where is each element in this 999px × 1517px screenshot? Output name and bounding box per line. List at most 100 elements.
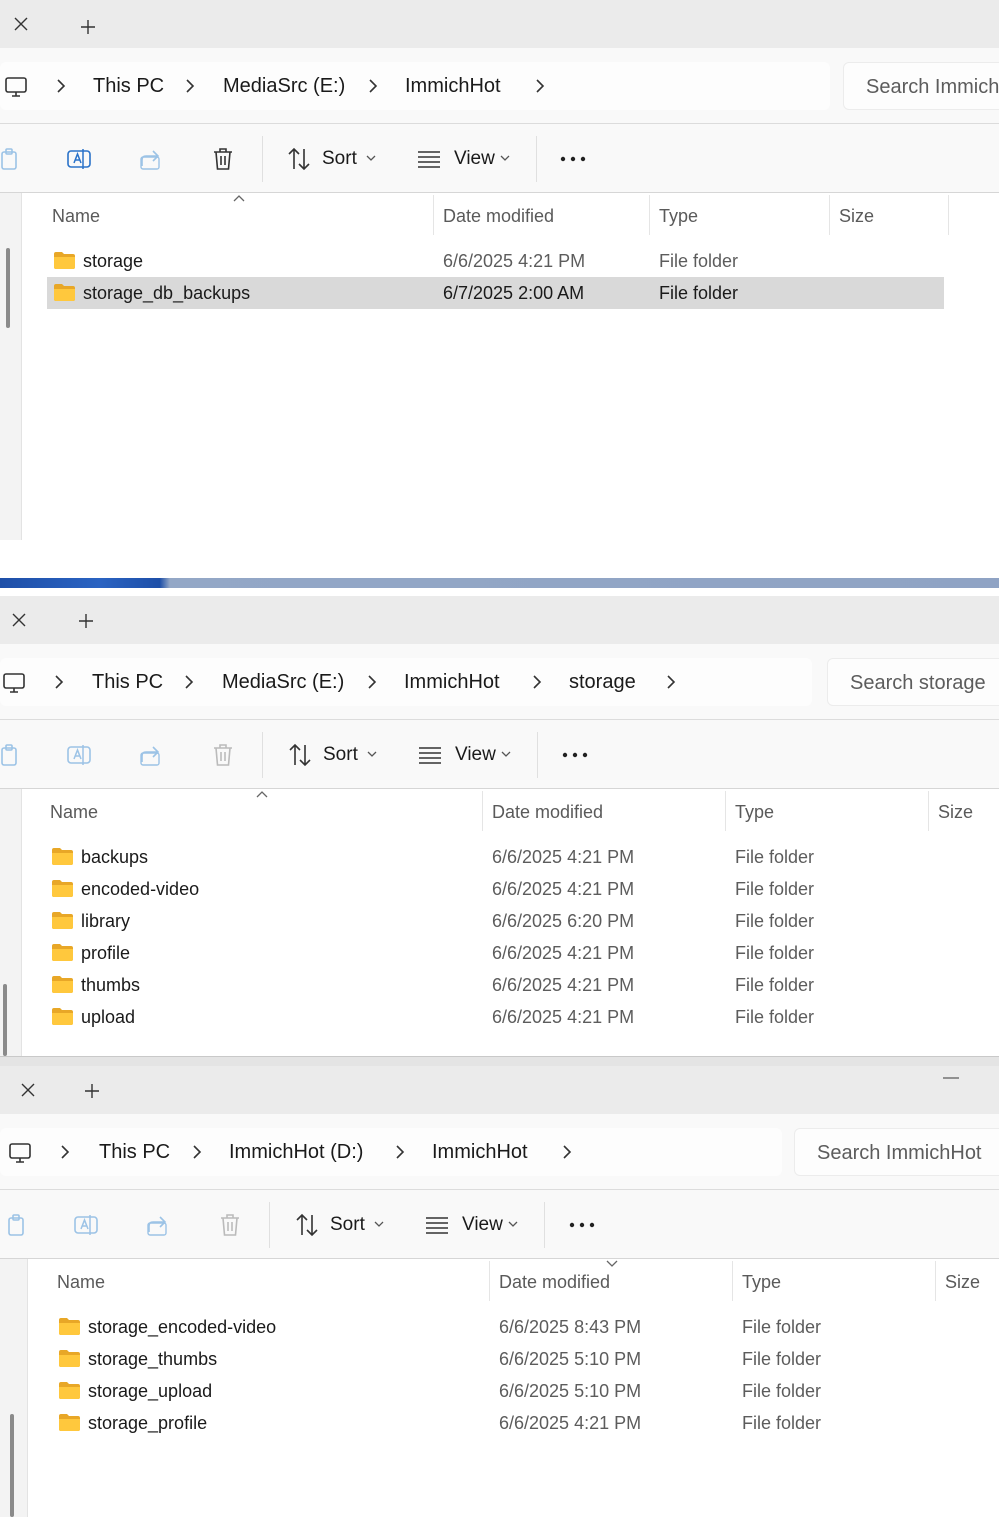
- table-row[interactable]: storage_profile 6/6/2025 4:21 PM File fo…: [52, 1407, 987, 1439]
- chevron-right-icon[interactable]: [58, 1142, 72, 1162]
- chevron-right-icon[interactable]: [560, 1142, 574, 1162]
- chevron-right-icon[interactable]: [52, 672, 66, 692]
- tab-bar: [0, 1066, 999, 1114]
- column-header-type[interactable]: Type: [742, 1269, 781, 1295]
- table-row[interactable]: storage_thumbs 6/6/2025 5:10 PM File fol…: [52, 1343, 987, 1375]
- rename-icon[interactable]: [66, 742, 92, 768]
- share-icon[interactable]: [138, 146, 164, 172]
- table-row[interactable]: profile 6/6/2025 4:21 PM File folder: [45, 937, 985, 969]
- column-separator[interactable]: [948, 195, 949, 235]
- sort-button[interactable]: Sort: [281, 730, 381, 780]
- chevron-right-icon[interactable]: [393, 1142, 407, 1162]
- column-header-size[interactable]: Size: [938, 799, 973, 825]
- sort-button[interactable]: Sort: [288, 1200, 388, 1250]
- computer-icon[interactable]: [4, 76, 28, 98]
- column-separator[interactable]: [433, 195, 434, 235]
- table-row[interactable]: storage_encoded-video 6/6/2025 8:43 PM F…: [52, 1311, 987, 1343]
- table-row[interactable]: library 6/6/2025 6:20 PM File folder: [45, 905, 985, 937]
- breadcrumb-mediasrc-e[interactable]: MediaSrc (E:): [223, 72, 345, 100]
- column-header-type[interactable]: Type: [659, 203, 698, 229]
- breadcrumb-this-pc[interactable]: This PC: [93, 72, 164, 100]
- scrollbar-thumb[interactable]: [3, 984, 7, 1056]
- scrollbar-thumb[interactable]: [10, 1414, 14, 1517]
- close-tab-button[interactable]: [0, 0, 42, 48]
- breadcrumb-storage[interactable]: storage: [569, 668, 636, 696]
- column-separator[interactable]: [928, 791, 929, 831]
- rename-icon[interactable]: [73, 1212, 99, 1238]
- more-options-icon[interactable]: [562, 742, 588, 768]
- column-separator[interactable]: [482, 791, 483, 831]
- table-row[interactable]: storage_upload 6/6/2025 5:10 PM File fol…: [52, 1375, 987, 1407]
- view-button[interactable]: View: [413, 730, 523, 780]
- breadcrumb-this-pc[interactable]: This PC: [99, 1138, 170, 1166]
- view-button[interactable]: View: [412, 134, 522, 184]
- navigation-pane[interactable]: [0, 1259, 28, 1517]
- breadcrumb-immichhot[interactable]: ImmichHot: [404, 668, 500, 696]
- computer-icon[interactable]: [2, 672, 26, 694]
- close-tab-button[interactable]: [4, 1066, 52, 1114]
- column-header-date-modified[interactable]: Date modified: [443, 203, 554, 229]
- breadcrumb-immichhot-d[interactable]: ImmichHot (D:): [229, 1138, 363, 1166]
- new-tab-button[interactable]: [66, 604, 106, 638]
- share-icon[interactable]: [145, 1212, 171, 1238]
- search-input[interactable]: Search ImmichHot: [794, 1128, 999, 1176]
- paste-icon[interactable]: [0, 146, 22, 172]
- column-header-date-modified[interactable]: Date modified: [492, 799, 603, 825]
- chevron-right-icon[interactable]: [54, 76, 68, 96]
- computer-icon[interactable]: [8, 1142, 32, 1164]
- chevron-right-icon[interactable]: [190, 1142, 204, 1162]
- column-header-date-modified[interactable]: Date modified: [499, 1269, 610, 1295]
- column-separator[interactable]: [732, 1261, 733, 1301]
- table-row[interactable]: storage 6/6/2025 4:21 PM File folder: [47, 245, 944, 277]
- column-header-type[interactable]: Type: [735, 799, 774, 825]
- rename-icon[interactable]: [66, 146, 92, 172]
- close-tab-button[interactable]: [0, 596, 38, 644]
- table-row[interactable]: backups 6/6/2025 4:21 PM File folder: [45, 841, 985, 873]
- folder-icon: [54, 284, 75, 301]
- breadcrumb-this-pc[interactable]: This PC: [92, 668, 163, 696]
- share-icon[interactable]: [138, 742, 164, 768]
- delete-icon[interactable]: [217, 1212, 243, 1238]
- chevron-right-icon[interactable]: [183, 76, 197, 96]
- chevron-right-icon[interactable]: [664, 672, 678, 692]
- table-row[interactable]: storage_db_backups 6/7/2025 2:00 AM File…: [47, 277, 944, 309]
- column-header-size[interactable]: Size: [945, 1269, 980, 1295]
- column-separator[interactable]: [935, 1261, 936, 1301]
- scrollbar-thumb[interactable]: [6, 248, 10, 328]
- address-bar: This PC ImmichHot (D:) ImmichHot Search …: [0, 1114, 999, 1190]
- breadcrumb-mediasrc-e[interactable]: MediaSrc (E:): [222, 668, 344, 696]
- delete-icon[interactable]: [210, 146, 236, 172]
- explorer-window-storage: This PC MediaSrc (E:) ImmichHot storage …: [0, 596, 999, 1056]
- table-row[interactable]: thumbs 6/6/2025 4:21 PM File folder: [45, 969, 985, 1001]
- column-separator[interactable]: [829, 195, 830, 235]
- column-header-name[interactable]: Name: [50, 799, 98, 825]
- column-separator[interactable]: [725, 791, 726, 831]
- paste-icon[interactable]: [0, 742, 22, 768]
- more-options-icon[interactable]: [569, 1212, 595, 1238]
- paste-icon[interactable]: [3, 1212, 29, 1238]
- chevron-right-icon[interactable]: [530, 672, 544, 692]
- chevron-right-icon[interactable]: [365, 672, 379, 692]
- breadcrumb-immichhot[interactable]: ImmichHot: [405, 72, 501, 100]
- column-header-size[interactable]: Size: [839, 203, 874, 229]
- column-header-name[interactable]: Name: [52, 203, 100, 229]
- chevron-right-icon[interactable]: [533, 76, 547, 96]
- view-button[interactable]: View: [420, 1200, 530, 1250]
- sort-button[interactable]: Sort: [280, 134, 380, 184]
- column-separator[interactable]: [649, 195, 650, 235]
- minimize-icon[interactable]: [943, 1076, 959, 1080]
- chevron-right-icon[interactable]: [366, 76, 380, 96]
- new-tab-button[interactable]: [68, 10, 108, 44]
- search-input[interactable]: Search ImmichHot: [843, 62, 999, 110]
- new-tab-button[interactable]: [72, 1074, 112, 1108]
- table-row[interactable]: encoded-video 6/6/2025 4:21 PM File fold…: [45, 873, 985, 905]
- more-options-icon[interactable]: [560, 146, 586, 172]
- breadcrumb-immichhot[interactable]: ImmichHot: [432, 1138, 528, 1166]
- search-input[interactable]: Search storage: [827, 658, 999, 706]
- chevron-right-icon[interactable]: [182, 672, 196, 692]
- column-header-name[interactable]: Name: [57, 1269, 105, 1295]
- navigation-pane[interactable]: [0, 193, 22, 540]
- delete-icon[interactable]: [210, 742, 236, 768]
- table-row[interactable]: upload 6/6/2025 4:21 PM File folder: [45, 1001, 985, 1033]
- column-separator[interactable]: [489, 1261, 490, 1301]
